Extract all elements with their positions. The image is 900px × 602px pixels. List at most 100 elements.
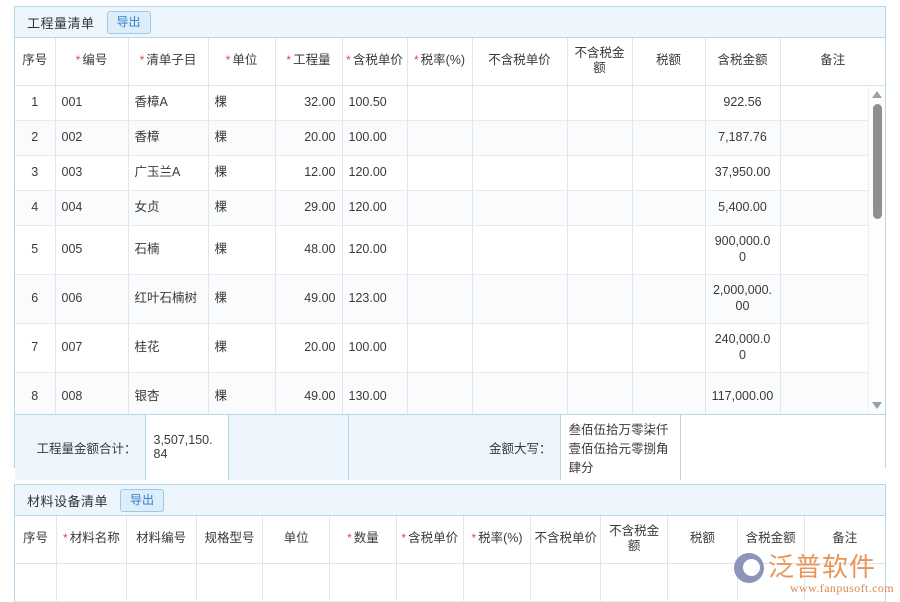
cell-amount_tax[interactable]: 900,000.00 [705, 226, 780, 275]
cell-remark[interactable] [780, 275, 868, 324]
cell-tax[interactable] [632, 191, 705, 226]
cell-price_tax[interactable]: 100.50 [342, 86, 407, 121]
boq-col-qty[interactable]: *工程量 [275, 38, 342, 85]
cell-unit[interactable]: 棵 [208, 156, 275, 191]
cell-price_notax[interactable] [472, 121, 567, 156]
cell-tax[interactable] [632, 226, 705, 275]
cell-rate[interactable] [407, 373, 472, 414]
boq-col-price-tax[interactable]: *含税单价 [342, 38, 407, 85]
mat-col-remark[interactable]: 备注 [804, 516, 885, 563]
cell-amount_notax[interactable] [567, 121, 632, 156]
boq-col-amount-notax[interactable]: 不含税金额 [567, 38, 632, 85]
cell-price_notax[interactable] [472, 226, 567, 275]
cell-item[interactable]: 广玉兰A [128, 156, 208, 191]
cell-code[interactable]: 005 [55, 226, 128, 275]
cell-tax[interactable] [632, 324, 705, 373]
cell-code[interactable]: 006 [55, 275, 128, 324]
mat-col-tax-rate[interactable]: *税率(%) [463, 516, 531, 563]
cell-item[interactable]: 银杏 [128, 373, 208, 414]
cell-amount_notax[interactable] [567, 324, 632, 373]
cell-no[interactable]: 2 [15, 121, 55, 156]
cell-code[interactable]: 004 [55, 191, 128, 226]
cell-amount_tax[interactable]: 2,000,000.00 [705, 275, 780, 324]
cell-amount_notax[interactable] [567, 373, 632, 414]
cell-tax[interactable] [632, 86, 705, 121]
cell-amount_tax[interactable]: 922.56 [705, 86, 780, 121]
cell-remark[interactable] [780, 121, 868, 156]
boq-export-button[interactable]: 导出 [107, 11, 151, 34]
cell-no[interactable]: 1 [15, 86, 55, 121]
cell-no[interactable]: 8 [15, 373, 55, 414]
cell-rate[interactable] [407, 226, 472, 275]
cell-price_tax[interactable]: 120.00 [342, 156, 407, 191]
boq-col-item[interactable]: *清单子目 [128, 38, 208, 85]
cell-remark[interactable] [780, 226, 868, 275]
cell-qty[interactable]: 20.00 [275, 324, 342, 373]
cell-price_notax[interactable] [472, 275, 567, 324]
cell-item[interactable]: 香樟A [128, 86, 208, 121]
cell-price_notax[interactable] [472, 86, 567, 121]
cell-amount_tax[interactable]: 117,000.00 [705, 373, 780, 414]
cell-price_notax[interactable] [472, 373, 567, 414]
boq-col-seq[interactable]: 序号 [15, 38, 55, 85]
cell-unit[interactable]: 棵 [208, 191, 275, 226]
cell-amount_notax[interactable] [567, 275, 632, 324]
table-row[interactable]: 3003广玉兰A棵12.00120.0037,950.00 [15, 156, 885, 191]
scroll-up-arrow-icon[interactable] [872, 91, 882, 98]
cell-amount_tax[interactable]: 240,000.00 [705, 324, 780, 373]
cell-price_notax[interactable] [472, 324, 567, 373]
mat-col-code[interactable]: 材料编号 [126, 516, 196, 563]
cell-amount_tax[interactable]: 5,400.00 [705, 191, 780, 226]
table-row[interactable]: 4004女贞棵29.00120.005,400.00 [15, 191, 885, 226]
boq-total-value[interactable]: 3,507,150.84 [145, 414, 228, 480]
mat-col-tax[interactable]: 税额 [667, 516, 737, 563]
cell-price_notax[interactable] [472, 156, 567, 191]
cell-no[interactable]: 7 [15, 324, 55, 373]
mat-col-amount-notax[interactable]: 不含税金额 [601, 516, 668, 563]
cell-amount_notax[interactable] [567, 86, 632, 121]
boq-col-remark[interactable]: 备注 [780, 38, 885, 85]
cell-unit[interactable]: 棵 [208, 324, 275, 373]
cell-remark[interactable] [780, 373, 868, 414]
cell-remark[interactable] [780, 156, 868, 191]
cell-amount_notax[interactable] [567, 156, 632, 191]
mat-col-seq[interactable]: 序号 [15, 516, 56, 563]
cell-price_tax[interactable]: 100.00 [342, 324, 407, 373]
cell-item[interactable]: 红叶石楠树 [128, 275, 208, 324]
cell-price_tax[interactable]: 123.00 [342, 275, 407, 324]
cell-tax[interactable] [632, 156, 705, 191]
cell-tax[interactable] [632, 121, 705, 156]
boq-col-tax[interactable]: 税额 [632, 38, 705, 85]
cell-price_tax[interactable]: 120.00 [342, 191, 407, 226]
cell-qty[interactable]: 48.00 [275, 226, 342, 275]
cell-remark[interactable] [780, 86, 868, 121]
boq-col-amount-tax[interactable]: 含税金额 [705, 38, 780, 85]
mat-col-qty[interactable]: *数量 [330, 516, 397, 563]
mat-col-name[interactable]: *材料名称 [56, 516, 126, 563]
table-row[interactable]: 7007桂花棵20.00100.00240,000.00 [15, 324, 885, 373]
mat-col-unit[interactable]: 单位 [263, 516, 330, 563]
boq-col-unit[interactable]: *单位 [208, 38, 275, 85]
table-row[interactable]: 1001香樟A棵32.00100.50922.56 [15, 86, 885, 121]
cell-no[interactable]: 4 [15, 191, 55, 226]
boq-vertical-scrollbar[interactable] [868, 86, 885, 414]
cell-code[interactable]: 008 [55, 373, 128, 414]
cell-qty[interactable]: 32.00 [275, 86, 342, 121]
mat-col-price-notax[interactable]: 不含税单价 [531, 516, 601, 563]
cell-price_tax[interactable]: 120.00 [342, 226, 407, 275]
cell-tax[interactable] [632, 275, 705, 324]
cell-qty[interactable]: 20.00 [275, 121, 342, 156]
cell-no[interactable]: 3 [15, 156, 55, 191]
table-row[interactable]: 8008银杏棵49.00130.00117,000.00 [15, 373, 885, 414]
cell-item[interactable]: 香樟 [128, 121, 208, 156]
cell-rate[interactable] [407, 191, 472, 226]
cell-unit[interactable]: 棵 [208, 373, 275, 414]
cell-qty[interactable]: 49.00 [275, 373, 342, 414]
mat-col-price-tax[interactable]: *含税单价 [396, 516, 463, 563]
cell-unit[interactable]: 棵 [208, 226, 275, 275]
cell-amount_notax[interactable] [567, 226, 632, 275]
cell-amount_notax[interactable] [567, 191, 632, 226]
cell-amount_tax[interactable]: 7,187.76 [705, 121, 780, 156]
cell-unit[interactable]: 棵 [208, 86, 275, 121]
cell-price_tax[interactable]: 100.00 [342, 121, 407, 156]
